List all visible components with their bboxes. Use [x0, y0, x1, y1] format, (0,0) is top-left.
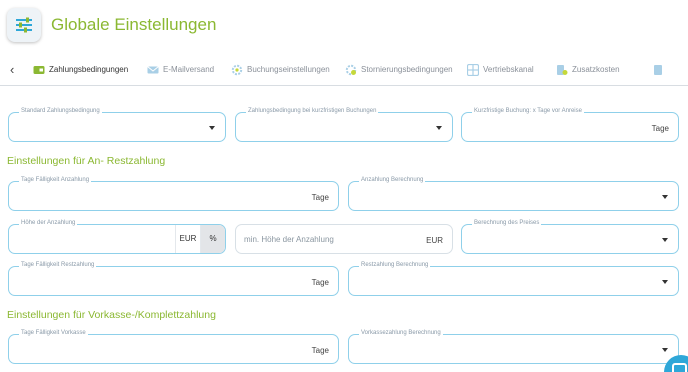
- grid-icon: [467, 64, 479, 76]
- field-label: Berechnung des Preises: [472, 220, 542, 226]
- prepay-due-days-input[interactable]: Tage Fälligkeit Vorkasse Tage: [8, 330, 339, 364]
- short-term-days-input[interactable]: Kurzfristige Buchung: x Tage vor Anreise…: [461, 108, 679, 142]
- field-label: Zahlungsbedingung bei kurzfristigen Buch…: [246, 108, 379, 114]
- field-label: Vorkassezahlung Berechnung: [359, 330, 443, 336]
- page-header: Globale Einstellungen: [0, 0, 688, 52]
- field-label: Kurzfristige Buchung: x Tage vor Anreise: [472, 108, 584, 114]
- rest-due-days-input[interactable]: Tage Fälligkeit Restzahlung Tage: [8, 262, 339, 296]
- section-title-deposit: Einstellungen für An- Restzahlung: [7, 155, 166, 167]
- chevron-left-icon[interactable]: ‹: [10, 63, 24, 77]
- tab-label: Vertriebskanal: [483, 65, 534, 74]
- min-deposit-input[interactable]: min. Höhe der Anzahlung EUR: [235, 224, 453, 254]
- mail-icon: [147, 66, 159, 74]
- field-label: Höhe der Anzahlung: [19, 220, 78, 226]
- cost-list-icon: [557, 65, 568, 75]
- page-title: Globale Einstellungen: [51, 15, 217, 34]
- standard-payment-select[interactable]: Standard Zahlungsbedingung: [8, 108, 226, 142]
- tab-label: Buchungseinstellungen: [247, 65, 330, 74]
- caret-down-icon: [436, 126, 442, 130]
- section-title-prepay: Einstellungen für Vorkasse-/Komplettzahl…: [7, 309, 216, 321]
- input-placeholder: min. Höhe der Anzahlung: [244, 235, 334, 244]
- caret-down-icon: [209, 126, 215, 130]
- rest-calc-select[interactable]: Restzahlung Berechnung: [348, 262, 679, 296]
- gear-icon: [231, 64, 243, 76]
- field-label: Standard Zahlungsbedingung: [19, 108, 102, 114]
- field-label: Restzahlung Berechnung: [359, 262, 431, 268]
- unit-percent-button[interactable]: %: [200, 225, 225, 253]
- caret-down-icon: [662, 195, 668, 199]
- deposit-due-days-input[interactable]: Tage Fälligkeit Anzahlung Tage: [8, 177, 339, 211]
- unit-suffix: Tage: [651, 124, 669, 133]
- caret-down-icon: [662, 348, 668, 352]
- unit-suffix: EUR: [426, 236, 443, 245]
- unit-suffix: Tage: [311, 278, 329, 287]
- unit-eur-button[interactable]: EUR: [175, 225, 200, 253]
- tab-label: E-Mailversand: [163, 65, 215, 74]
- deposit-calc-select[interactable]: Anzahlung Berechnung: [348, 177, 679, 211]
- tab-label: Zahlungsbedingungen: [49, 65, 129, 74]
- price-calc-select[interactable]: Berechnung des Preises: [461, 220, 679, 254]
- payment-card-icon: [33, 66, 45, 74]
- short-term-payment-select[interactable]: Zahlungsbedingung bei kurzfristigen Buch…: [235, 108, 453, 142]
- caret-down-icon: [662, 280, 668, 284]
- caret-down-icon: [662, 238, 668, 242]
- document-icon: [654, 65, 662, 75]
- field-label: Anzahlung Berechnung: [359, 177, 426, 183]
- unit-suffix: Tage: [311, 346, 329, 355]
- tab-label: Zusatzkosten: [572, 65, 620, 74]
- tab-label: Stornierungsbedingungen: [361, 65, 453, 74]
- field-label: Tage Fälligkeit Vorkasse: [19, 330, 88, 336]
- unit-suffix: Tage: [311, 193, 329, 202]
- cancel-gear-icon: [345, 64, 357, 76]
- deposit-amount-input[interactable]: Höhe der Anzahlung EUR %: [8, 220, 226, 254]
- unit-toggle: EUR %: [175, 225, 225, 253]
- settings-sliders-icon: [7, 8, 41, 42]
- tab-bar: ‹ Zahlungsbedingungen E-Mailversand Buch…: [0, 56, 688, 86]
- prepay-calc-select[interactable]: Vorkassezahlung Berechnung: [348, 330, 679, 364]
- field-label: Tage Fälligkeit Restzahlung: [19, 262, 97, 268]
- field-label: Tage Fälligkeit Anzahlung: [19, 177, 92, 183]
